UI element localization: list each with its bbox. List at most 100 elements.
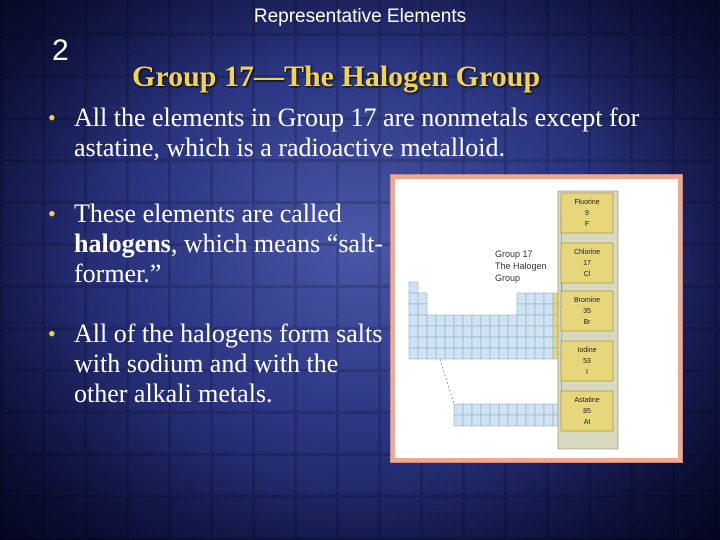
element-cell [444,325,455,338]
element-cell [408,281,419,294]
f-block-cell [525,414,536,427]
element-cell [435,347,446,360]
element-cell [525,325,536,338]
element-cell [453,347,464,360]
element-cell [471,336,482,349]
element-cell [408,292,419,305]
slide-title: Group 17—The Halogen Group [132,60,541,93]
element-cell [480,347,491,360]
element-cell [516,336,527,349]
element-cell [525,347,536,360]
slide-number: 2 [52,34,69,67]
atomic-number: 17 [583,260,591,267]
bullet-item: • All of the halogens form salts with so… [48,319,394,409]
element-cell [507,325,518,338]
f-block-cell [462,403,473,416]
bullet-item: • These elements are called halogens, wh… [48,199,394,289]
element-cell [453,314,464,327]
f-block-cell [516,414,527,427]
element-cell [498,336,509,349]
element-cell [462,336,473,349]
f-block-cell [480,414,491,427]
element-cell [435,325,446,338]
bullet-dot-icon: • [48,105,56,130]
element-cell [444,314,455,327]
element-cell [534,303,545,316]
element-name: Bromine [574,297,600,304]
element-symbol: Cl [584,271,591,278]
element-cell [534,336,545,349]
element-symbol: F [585,221,589,228]
bullet-item: • All the elements in Group 17 are nonme… [48,103,674,163]
element-cell [507,336,518,349]
bullet-text: All of the halogens form salts with sodi… [74,319,383,408]
f-block-cell [507,414,518,427]
element-symbol: I [586,369,588,376]
f-block-cell [498,414,509,427]
atomic-number: 53 [583,358,591,365]
element-cell [525,314,536,327]
element-name: Chlorine [574,249,600,256]
element-cell [417,336,428,349]
element-cell [426,347,437,360]
element-cell [435,336,446,349]
f-block-link [439,358,455,405]
element-cell [489,347,500,360]
element-cell [534,325,545,338]
f-block-cell [507,403,518,416]
element-cell [408,325,419,338]
f-block-cell [516,403,527,416]
element-symbol: At [584,419,591,426]
element-name: Astatine [574,397,599,404]
element-cell [489,336,500,349]
element-cell [543,347,554,360]
f-block-cell [534,403,545,416]
element-cell [417,325,428,338]
element-cell [462,325,473,338]
element-cell [444,347,455,360]
f-block-cell [543,414,554,427]
element-symbol: Br [584,319,592,326]
f-block-cell [453,414,464,427]
element-cell [489,325,500,338]
element-cell [453,336,464,349]
element-cell [471,314,482,327]
group-label-line: Group [495,273,520,283]
element-cell [444,336,455,349]
element-cell [417,314,428,327]
element-cell [471,347,482,360]
element-cell [507,347,518,360]
group-label-line: The Halogen [495,261,547,271]
element-cell [462,347,473,360]
element-cell [498,325,509,338]
element-name: Fluorine [574,199,599,206]
element-cell [534,347,545,360]
element-cell [417,303,428,316]
element-cell [480,325,491,338]
bullet-text: All the elements in Group 17 are nonmeta… [74,103,640,162]
f-block-cell [471,414,482,427]
element-cell [525,303,536,316]
bullet-dot-icon: • [48,321,56,346]
element-cell [543,336,554,349]
element-cell [453,325,464,338]
element-cell [480,336,491,349]
element-cell [417,347,428,360]
element-cell [489,314,500,327]
halogen-element-list: Fluorine 9 F Chlorine 17 Cl Bromine 35 Br Iodine 5… [560,192,614,432]
element-cell [471,325,482,338]
element-cell [426,336,437,349]
f-block-cell [489,403,500,416]
element-cell [534,314,545,327]
element-cell [462,314,473,327]
element-cell [417,292,428,305]
element-cell [516,303,527,316]
bullet-text-pre: These elements are called [74,199,342,228]
element-cell [516,314,527,327]
element-cell [507,314,518,327]
element-cell [525,336,536,349]
element-cell [543,292,554,305]
element-cell [426,325,437,338]
periodic-table-illustration: Fluorine 9 F Chlorine 17 Cl Bromine 35 Br Iodine 5… [408,190,619,450]
atomic-number: 35 [583,308,591,315]
